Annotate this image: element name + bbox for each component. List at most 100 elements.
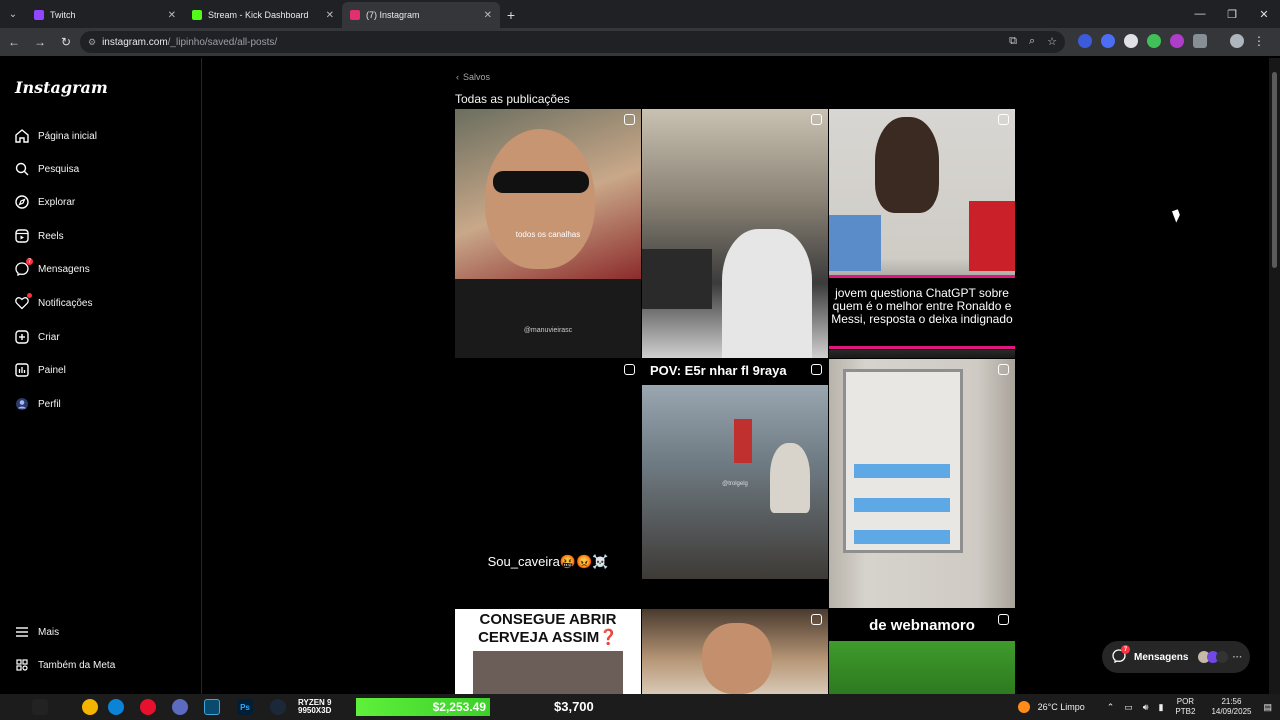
start-icon[interactable] [32,699,48,715]
restore-icon[interactable]: ❐ [1216,0,1248,28]
edge-icon[interactable] [108,699,124,715]
post-overlay-text: jovem questiona ChatGPT sobre quem é o m… [831,286,1013,326]
sidebar-item-notifications[interactable]: Notificações [14,292,92,314]
puzzle-icon[interactable] [1193,34,1207,48]
url-host: instagram.com [102,36,168,48]
weather-text[interactable]: 26°C Limpo [1038,702,1085,712]
messages-badge: 7 [1121,645,1130,654]
chevron-up-icon[interactable]: ⌃ [1107,702,1115,713]
reload-icon[interactable]: ↻ [54,30,78,54]
post-watermark: @manuvieirasc [523,327,573,334]
saved-post-9[interactable]: de webnamoro [829,609,1015,694]
install-app-icon[interactable]: ⧉ [1009,35,1017,48]
sidebar-item-label: Criar [38,331,60,343]
language-indicator[interactable]: POR PTB2 [1175,697,1195,717]
avatar-icon [14,396,30,412]
vegas-icon[interactable] [204,699,220,715]
minimize-icon[interactable]: — [1184,0,1216,28]
scrollbar-thumb[interactable] [1272,72,1277,268]
notification-center-icon[interactable]: ▤ [1263,702,1272,713]
sidebar-item-label: Mensagens [38,263,90,275]
reel-icon [811,114,822,125]
back-arrow-icon[interactable]: ← [2,30,26,54]
page-scrollbar[interactable] [1269,58,1280,694]
extension-icon[interactable] [1078,34,1092,48]
extension-icon[interactable] [1170,34,1184,48]
saved-post-2[interactable] [642,109,828,358]
sidebar-item-messages[interactable]: 7 Mensagens [14,258,90,280]
saved-post-8[interactable] [642,609,828,694]
extension-icon[interactable] [1124,34,1138,48]
reel-icon [998,114,1009,125]
saved-post-4[interactable]: Sou_caveira🤬😡☠️ [455,359,641,608]
close-icon[interactable]: ✕ [326,10,334,21]
new-tab-button[interactable]: + [500,2,522,28]
post-overlay-text: todos os canalhas [515,230,581,239]
messages-badge: 7 [26,258,33,265]
sidebar-item-search[interactable]: Pesquisa [14,158,79,180]
home-icon [14,128,30,144]
extension-icon[interactable] [1101,34,1115,48]
back-to-saved-link[interactable]: ‹ Salvos [456,72,490,82]
chrome-icon[interactable] [82,699,98,715]
saved-post-5[interactable]: POV: E5r nhar fl 9raya @trolgelg [642,359,828,608]
kebab-menu-icon[interactable]: ⋮ [1253,34,1265,48]
messages-floating-button[interactable]: 7 Mensagens ··· [1102,641,1250,673]
close-icon[interactable]: ✕ [484,10,492,21]
browser-tab-kick[interactable]: Stream - Kick Dashboard ✕ [184,2,342,28]
network-icon[interactable]: ▭ [1124,702,1133,713]
battery-icon[interactable]: ▮ [1158,702,1163,713]
opera-icon[interactable] [140,699,156,715]
sidebar-item-explore[interactable]: Explorar [14,191,75,213]
steam-icon[interactable] [270,699,286,715]
browser-tab-twitch[interactable]: Twitch ✕ [26,2,184,28]
omnibox-actions: ⧉ ⌕ ☆ [1009,35,1057,48]
sidebar-item-home[interactable]: Página inicial [14,125,97,147]
electrical-panel-shape [843,369,963,553]
browser-tab-instagram[interactable]: (7) Instagram ✕ [342,2,500,28]
instagram-logo[interactable]: Instagram [15,78,108,97]
price-value: $2,253.49 [432,700,486,714]
reel-icon [998,614,1009,625]
breaker-row [854,530,950,544]
page-title: Todas as publicações [455,92,570,106]
site-info-icon[interactable]: ⚙ [88,37,96,48]
post-watermark: @trolgelg [722,481,748,487]
tab-title: (7) Instagram [366,10,420,20]
tab-title: Stream - Kick Dashboard [208,10,309,20]
sidebar-item-more[interactable]: Mais [14,621,59,643]
zoom-icon[interactable]: ⌕ [1029,35,1035,48]
sidebar-item-label: Página inicial [38,130,97,142]
saved-post-3[interactable]: jovem questiona ChatGPT sobre quem é o m… [829,109,1015,358]
sidebar-item-profile[interactable]: Perfil [14,393,61,415]
shirt-shape [455,279,641,358]
close-window-icon[interactable]: ✕ [1248,0,1280,28]
saved-post-7[interactable]: CONSEGUE ABRIR CERVEJA ASSIM❓ [455,609,641,694]
bookmark-star-icon[interactable]: ☆ [1047,35,1057,48]
extension-icon[interactable] [1147,34,1161,48]
sidebar-item-label: Mais [38,626,60,638]
tab-search-chevron-icon[interactable]: ⌄ [0,0,26,28]
photoshop-icon[interactable]: Ps [237,699,253,715]
volume-icon[interactable]: 🔊︎ [1143,702,1149,713]
browser-toolbar: ← → ↻ ⚙ instagram.com /_lipinho/saved/al… [0,28,1280,56]
sidebar-item-label: Notificações [38,297,93,309]
messenger-icon: 7 [1112,645,1130,665]
sidebar-item-also-from-meta[interactable]: Também da Meta [14,654,115,676]
post-thumbnail-face [485,129,595,269]
saved-post-1[interactable]: todos os canalhas @manuvieirasc [455,109,641,358]
pink-divider [829,346,1015,349]
instagram-sidebar: Instagram Página inicial Pesquisa Explor… [0,58,202,694]
sidebar-item-dashboard[interactable]: Painel [14,359,66,381]
vpn-icon[interactable] [172,699,188,715]
clock[interactable]: 21:56 14/09/2025 [1211,697,1251,717]
sidebar-item-reels[interactable]: Reels [14,225,64,247]
sidebar-item-create[interactable]: Criar [14,326,60,348]
profile-avatar-icon[interactable] [1230,34,1244,48]
classroom-photo: @trolgelg [642,385,828,579]
forward-arrow-icon[interactable]: → [28,30,52,54]
saved-post-6[interactable] [829,359,1015,608]
extensions-area: ⋮ [1078,34,1265,48]
address-bar[interactable]: ⚙ instagram.com /_lipinho/saved/all-post… [80,31,1065,53]
close-icon[interactable]: ✕ [168,10,176,21]
